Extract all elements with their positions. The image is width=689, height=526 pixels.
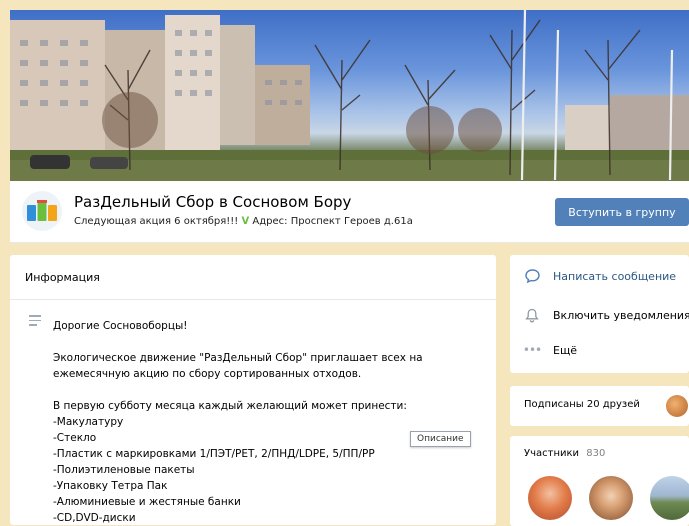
description-tooltip: Описание <box>410 431 471 447</box>
description-text: Дорогие Сосновоборцы! Экологическое движ… <box>53 318 473 526</box>
members-label: Участники <box>524 448 580 459</box>
cover-image <box>10 10 689 181</box>
desc-line: Дорогие Сосновоборцы! <box>53 320 188 332</box>
actions-card: Написать сообщение Включить уведомления … <box>510 255 689 373</box>
friend-avatar[interactable] <box>666 395 688 417</box>
cover-photo <box>10 10 689 181</box>
group-header: РазДельный Сбор в Сосновом Бору Следующа… <box>10 181 689 243</box>
desc-line: -Полиэтиленовые пакеты <box>53 464 195 476</box>
write-message-action[interactable]: Написать сообщение <box>524 268 676 284</box>
enable-notifications-label: Включить уведомления <box>553 308 689 322</box>
desc-line <box>53 334 473 350</box>
desc-line: ежемесячную акцию по сбору сортированных… <box>53 368 362 380</box>
bell-icon <box>524 307 540 323</box>
description-icon <box>29 315 41 329</box>
desc-line: -Упаковку Тетра Пак <box>53 480 168 492</box>
members-card: Участники 830 <box>510 436 689 526</box>
enable-notifications-action[interactable]: Включить уведомления <box>524 307 689 323</box>
member-avatar[interactable] <box>650 476 689 520</box>
group-avatar[interactable] <box>22 191 62 231</box>
more-dots-icon: ••• <box>522 343 542 357</box>
message-icon <box>524 268 540 284</box>
members-header[interactable]: Участники 830 <box>524 448 605 459</box>
sprout-icon: ⴸ <box>241 216 250 227</box>
desc-line: Экологическое движение "РазДельный Сбор"… <box>53 352 423 364</box>
desc-line: -Алюминиевые и жестяные банки <box>53 496 241 508</box>
write-message-label: Написать сообщение <box>553 269 677 283</box>
join-group-button[interactable]: Вступить в группу <box>555 198 689 226</box>
info-heading: Информация <box>10 255 496 300</box>
desc-line: В первую субботу месяца каждый желающий … <box>53 400 407 412</box>
friends-label: Подписаны 20 друзей <box>524 399 640 410</box>
members-count: 830 <box>586 448 606 459</box>
member-avatar[interactable] <box>589 476 633 520</box>
more-label: Ещё <box>553 343 578 357</box>
group-status: Следующая акция 6 октября!!! ⴸ Адрес: Пр… <box>74 216 413 227</box>
status-address: Адрес: Проспект Героев д.61а <box>252 216 413 227</box>
group-title: РазДельный Сбор в Сосновом Бору <box>74 193 352 211</box>
friends-card[interactable]: Подписаны 20 друзей <box>510 386 689 426</box>
desc-line: -CD,DVD-диски <box>53 512 136 524</box>
recycle-bins-icon <box>27 200 57 221</box>
desc-line <box>53 382 473 398</box>
info-card: Информация Дорогие Сосновоборцы! Экологи… <box>10 255 496 525</box>
desc-line: -Макулатуру <box>53 416 124 428</box>
status-text: Следующая акция 6 октября!!! <box>74 216 239 227</box>
member-avatar[interactable] <box>528 476 572 520</box>
more-action[interactable]: ••• Ещё <box>522 342 578 358</box>
desc-line: -Пластик с маркировками 1/ПЭТ/PET, 2/ПНД… <box>53 448 375 460</box>
